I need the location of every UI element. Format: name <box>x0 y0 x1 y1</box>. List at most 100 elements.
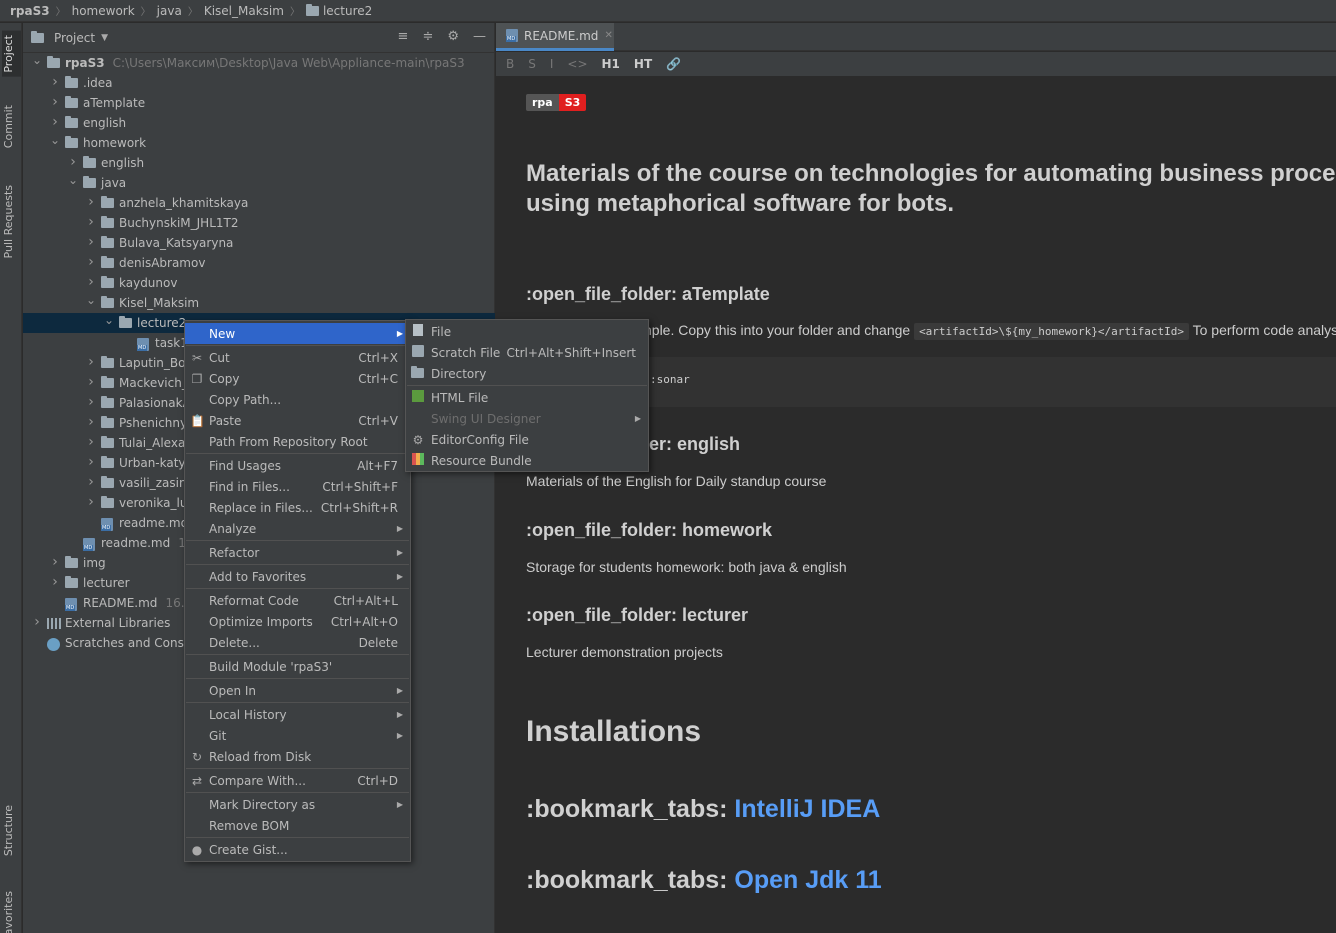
strikethrough-icon[interactable]: S <box>528 57 536 71</box>
chevron-right-icon[interactable]: › <box>85 194 97 210</box>
tree-node[interactable]: › BuchynskiM_JHL1T2 <box>23 213 495 233</box>
tree-node-text: Pshenichnyi <box>119 416 191 430</box>
menu-item-compare-with[interactable]: ⇄ Compare With... Ctrl+D <box>185 770 410 791</box>
chevron-right-icon[interactable]: › <box>85 454 97 470</box>
chevron-down-icon[interactable]: ⌄ <box>31 53 43 67</box>
chevron-right-icon[interactable]: › <box>85 474 97 490</box>
menu-item-create-gist[interactable]: ● Create Gist... <box>185 839 410 860</box>
intellij-link[interactable]: IntelliJ IDEA <box>734 795 880 823</box>
menu-item-path-from-repository-root[interactable]: Path From Repository Root <box>185 431 410 452</box>
menu-item-copy[interactable]: ❐ Copy Ctrl+C <box>185 368 410 389</box>
heading-icon[interactable]: HT <box>634 57 652 71</box>
breadcrumb-item[interactable]: java <box>157 4 182 18</box>
tree-node[interactable]: › aTemplate <box>23 93 495 113</box>
menu-item-analyze[interactable]: Analyze ▶ <box>185 518 410 539</box>
tree-node[interactable]: › kaydunov <box>23 273 495 293</box>
menu-item-open-in[interactable]: Open In ▶ <box>185 680 410 701</box>
submenu-item-editorconfig-file[interactable]: ⚙ EditorConfig File <box>406 429 648 450</box>
chevron-right-icon[interactable]: › <box>49 114 61 130</box>
code-icon[interactable]: <> <box>567 57 587 71</box>
menu-item-git[interactable]: Git ▶ <box>185 725 410 746</box>
chevron-right-icon[interactable]: › <box>85 494 97 510</box>
project-panel-title[interactable]: Project <box>54 31 95 45</box>
submenu-item-html-file[interactable]: HTML File <box>406 387 648 408</box>
menu-item-mark-directory-as[interactable]: Mark Directory as ▶ <box>185 794 410 815</box>
tree-node[interactable]: › .idea <box>23 73 495 93</box>
menu-separator <box>186 702 409 703</box>
gear-icon[interactable]: ⚙ <box>447 29 459 44</box>
tree-node[interactable]: ⌄ homework <box>23 133 495 153</box>
chevron-right-icon[interactable]: › <box>49 94 61 110</box>
link-icon[interactable]: 🔗 <box>666 57 681 71</box>
chevron-down-icon[interactable]: ⌄ <box>103 313 115 327</box>
collapse-all-icon[interactable]: ≑ <box>422 29 433 44</box>
tab-readme[interactable]: README.md ✕ <box>496 23 614 51</box>
menu-item-build-module-rpas3[interactable]: Build Module 'rpaS3' <box>185 656 410 677</box>
chevron-right-icon[interactable]: › <box>85 374 97 390</box>
bold-icon[interactable]: B <box>506 57 514 71</box>
submenu-item-scratch-file[interactable]: Scratch File Ctrl+Alt+Shift+Insert <box>406 342 648 363</box>
italic-icon[interactable]: I <box>550 57 554 71</box>
menu-item-new[interactable]: New ▶ <box>185 323 410 344</box>
structure-tool-button[interactable]: Structure <box>2 805 15 856</box>
jdk-link[interactable]: Open Jdk 11 <box>734 866 881 894</box>
chevron-right-icon[interactable]: › <box>85 254 97 270</box>
hide-panel-icon[interactable]: — <box>473 29 486 44</box>
menu-item-refactor[interactable]: Refactor ▶ <box>185 542 410 563</box>
menu-item-paste[interactable]: 📋 Paste Ctrl+V <box>185 410 410 431</box>
breadcrumb-item[interactable]: Kisel_Maksim <box>204 4 284 18</box>
breadcrumb-item[interactable]: rpaS3 <box>10 4 50 18</box>
chevron-down-icon[interactable]: ⌄ <box>85 293 97 307</box>
close-icon[interactable]: ✕ <box>604 30 612 41</box>
tree-node[interactable]: › english <box>23 153 495 173</box>
tree-node-label: java <box>101 176 126 190</box>
chevron-right-icon[interactable]: › <box>85 414 97 430</box>
heading1-icon[interactable]: H1 <box>602 57 620 71</box>
chevron-right-icon[interactable]: › <box>67 154 79 170</box>
favorites-tool-button[interactable]: Favorites <box>2 891 15 933</box>
tree-node[interactable]: ⌄ Kisel_Maksim <box>23 293 495 313</box>
tree-node[interactable]: › english <box>23 113 495 133</box>
menu-item-delete[interactable]: Delete... Delete <box>185 632 410 653</box>
chevron-right-icon[interactable]: › <box>49 554 61 570</box>
tree-node[interactable]: › anzhela_khamitskaya <box>23 193 495 213</box>
chevron-right-icon[interactable]: › <box>85 434 97 450</box>
menu-item-reformat-code[interactable]: Reformat Code Ctrl+Alt+L <box>185 590 410 611</box>
chevron-down-icon[interactable]: ▼ <box>101 33 108 43</box>
project-tool-button[interactable]: Project <box>2 31 21 77</box>
breadcrumb-item[interactable]: homework <box>72 4 135 18</box>
submenu-item-resource-bundle[interactable]: Resource Bundle <box>406 450 648 471</box>
chevron-right-icon[interactable]: › <box>85 354 97 370</box>
menu-item-find-in-files[interactable]: Find in Files... Ctrl+Shift+F <box>185 476 410 497</box>
chevron-down-icon[interactable]: ⌄ <box>49 133 61 147</box>
tree-node[interactable]: › denisAbramov <box>23 253 495 273</box>
tree-node[interactable]: ⌄ rpaS3 C:\Users\Максим\Desktop\Java Web\A… <box>23 53 495 73</box>
chevron-right-icon[interactable]: › <box>85 214 97 230</box>
menu-item-add-to-favorites[interactable]: Add to Favorites ▶ <box>185 566 410 587</box>
breadcrumb-item[interactable]: lecture2 <box>305 3 372 18</box>
menu-item-remove-bom[interactable]: Remove BOM <box>185 815 410 836</box>
chevron-right-icon[interactable]: › <box>31 614 43 630</box>
folder-icon <box>101 216 114 228</box>
commit-tool-button[interactable]: Commit <box>2 105 15 148</box>
chevron-down-icon[interactable]: ⌄ <box>67 173 79 187</box>
menu-item-optimize-imports[interactable]: Optimize Imports Ctrl+Alt+O <box>185 611 410 632</box>
pull-requests-tool-button[interactable]: Pull Requests <box>2 185 15 258</box>
tree-node[interactable]: ⌄ java <box>23 173 495 193</box>
menu-item-replace-in-files[interactable]: Replace in Files... Ctrl+Shift+R <box>185 497 410 518</box>
submenu-item-directory[interactable]: Directory <box>406 363 648 384</box>
markdown-preview[interactable]: rpa S3 Materials of the course on techno… <box>496 77 1336 933</box>
chevron-right-icon[interactable]: › <box>49 74 61 90</box>
expand-all-icon[interactable]: ≡ <box>398 29 409 44</box>
chevron-right-icon[interactable]: › <box>49 574 61 590</box>
chevron-right-icon[interactable]: › <box>85 394 97 410</box>
chevron-right-icon[interactable]: › <box>85 234 97 250</box>
menu-item-copy-path[interactable]: Copy Path... <box>185 389 410 410</box>
submenu-item-file[interactable]: File <box>406 321 648 342</box>
tree-node[interactable]: › Bulava_Katsyaryna <box>23 233 495 253</box>
chevron-right-icon[interactable]: › <box>85 274 97 290</box>
menu-item-local-history[interactable]: Local History ▶ <box>185 704 410 725</box>
menu-item-reload-from-disk[interactable]: ↻ Reload from Disk <box>185 746 410 767</box>
menu-item-cut[interactable]: ✂ Cut Ctrl+X <box>185 347 410 368</box>
menu-item-find-usages[interactable]: Find Usages Alt+F7 <box>185 455 410 476</box>
